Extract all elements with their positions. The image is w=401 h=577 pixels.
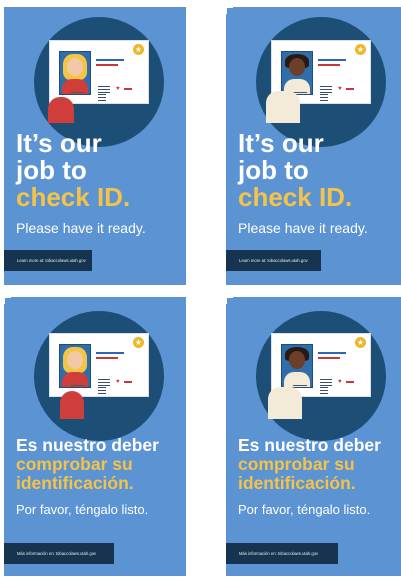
heart-icon: ♥ xyxy=(116,86,120,92)
headline-line-2: comprobar su xyxy=(16,454,133,474)
headline-line-1: Es nuestro deber xyxy=(238,435,381,455)
headline-line-1: Es nuestro deber xyxy=(16,435,159,455)
headline-highlight: identificación. xyxy=(16,473,134,493)
headline-line-2: job to xyxy=(238,155,309,185)
subtitle: Please have it ready. xyxy=(238,220,368,236)
headline-line-1: It’s our xyxy=(238,128,324,158)
poster-card-spanish-woman: ★ ♥ Es nuestro deber comprobar su identi… xyxy=(4,297,186,576)
signature-line xyxy=(293,82,307,93)
poster-card-english-woman: ★ ♥ It’s our job to check ID. Please hav… xyxy=(4,7,186,285)
headline-line-2: job to xyxy=(16,155,87,185)
signature-line xyxy=(71,82,85,93)
person-hand-illustration xyxy=(60,391,84,419)
heart-icon: ♥ xyxy=(338,86,342,92)
footer-bar: Learn more at: tobaccolaws.utah.gov xyxy=(226,250,321,271)
headline-line-2: comprobar su xyxy=(238,454,355,474)
heart-icon: ♥ xyxy=(338,379,342,385)
signature-line xyxy=(71,375,85,386)
poster-card-english-man: ★ ♥ It’s our job to check ID. Please hav… xyxy=(226,7,401,285)
star-icon: ★ xyxy=(355,337,366,348)
headline-highlight: identificación. xyxy=(238,473,356,493)
headline-highlight: check ID. xyxy=(238,182,353,212)
subtitle: Por favor, téngalo listo. xyxy=(238,502,371,517)
star-icon: ★ xyxy=(355,44,366,55)
headline-line-1: It’s our xyxy=(16,128,102,158)
footer-bar: Más información en: tobaccolaws.utah.gov xyxy=(226,543,338,564)
subtitle: Please have it ready. xyxy=(16,220,146,236)
headline-highlight: check ID. xyxy=(16,182,131,212)
signature-line xyxy=(293,375,307,386)
poster-card-spanish-man: ★ ♥ Es nuestro deber comprobar su identi… xyxy=(226,297,401,576)
footer-bar: Más información en: tobaccolaws.utah.gov xyxy=(4,543,114,564)
subtitle: Por favor, téngalo listo. xyxy=(16,502,149,517)
person-hand-illustration xyxy=(268,387,302,419)
heart-icon: ♥ xyxy=(116,379,120,385)
footer-bar: Learn more at: tobaccolaws.utah.gov xyxy=(4,250,92,271)
star-icon: ★ xyxy=(133,337,144,348)
star-icon: ★ xyxy=(133,44,144,55)
person-hand-illustration xyxy=(48,97,74,123)
id-card-illustration: ★ ♥ xyxy=(49,40,149,104)
person-hand-illustration xyxy=(266,91,300,123)
id-card-illustration: ★ ♥ xyxy=(49,333,149,397)
